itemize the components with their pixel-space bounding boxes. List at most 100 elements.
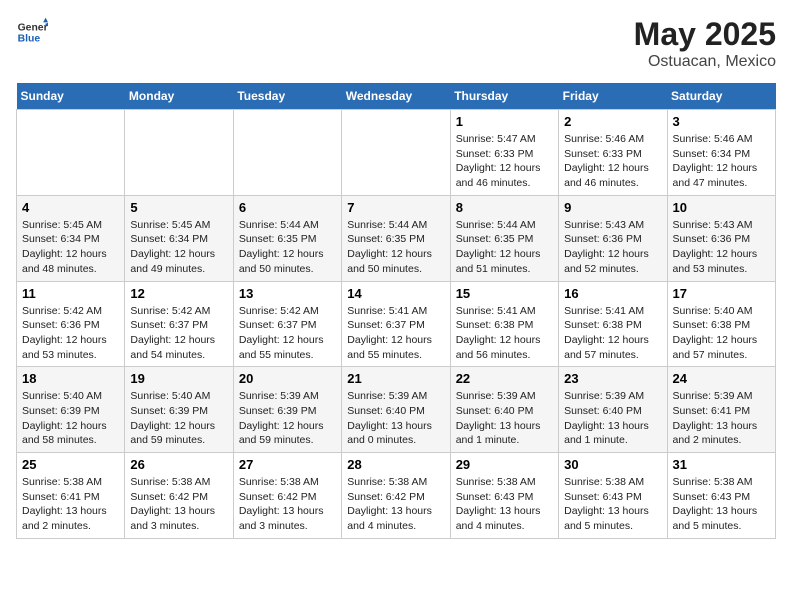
calendar-cell: 8Sunrise: 5:44 AM Sunset: 6:35 PM Daylig…: [450, 195, 558, 281]
calendar-cell: 5Sunrise: 5:45 AM Sunset: 6:34 PM Daylig…: [125, 195, 233, 281]
day-info: Sunrise: 5:41 AM Sunset: 6:37 PM Dayligh…: [347, 304, 444, 363]
calendar-cell: 7 Sunrise: 5:44 AM Sunset: 6:35 PM Daylig…: [342, 195, 450, 281]
day-info: Sunrise: 5:38 AM Sunset: 6:43 PM Dayligh…: [673, 475, 770, 534]
day-info: Sunrise: 5:41 AM Sunset: 6:38 PM Dayligh…: [564, 304, 661, 363]
calendar-cell: 16 Sunrise: 5:41 AM Sunset: 6:38 PM Dayli…: [559, 281, 667, 367]
day-info: Sunrise: 5:38 AM Sunset: 6:41 PM Dayligh…: [22, 475, 119, 534]
calendar-cell: 2Sunrise: 5:46 AM Sunset: 6:33 PM Daylig…: [559, 110, 667, 196]
day-info: Sunrise: 5:41 AM Sunset: 6:38 PM Dayligh…: [456, 304, 553, 363]
day-number: 18: [22, 371, 119, 386]
calendar-cell: 11 Sunrise: 5:42 AM Sunset: 6:36 PM Dayli…: [17, 281, 125, 367]
calendar-cell: 30Sunrise: 5:38 AM Sunset: 6:43 PM Dayli…: [559, 453, 667, 539]
day-number: 27: [239, 457, 336, 472]
day-number: 15: [456, 286, 553, 301]
logo: General Blue: [16, 16, 48, 48]
day-number: 4: [22, 200, 119, 215]
day-info: Sunrise: 5:39 AM Sunset: 6:40 PM Dayligh…: [347, 389, 444, 448]
day-number: 28: [347, 457, 444, 472]
day-info: Sunrise: 5:42 AM Sunset: 6:36 PM Dayligh…: [22, 304, 119, 363]
calendar-cell: 10Sunrise: 5:43 AM Sunset: 6:36 PM Dayli…: [667, 195, 775, 281]
day-number: 14: [347, 286, 444, 301]
header-wednesday: Wednesday: [342, 83, 450, 110]
day-number: 22: [456, 371, 553, 386]
day-info: Sunrise: 5:40 AM Sunset: 6:39 PM Dayligh…: [130, 389, 227, 448]
day-number: 8: [456, 200, 553, 215]
day-number: 25: [22, 457, 119, 472]
calendar-week-3: 11 Sunrise: 5:42 AM Sunset: 6:36 PM Dayli…: [17, 281, 776, 367]
calendar-week-1: 1 Sunrise: 5:47 AM Sunset: 6:33 PM Daylig…: [17, 110, 776, 196]
title-block: May 2025 Ostuacan, Mexico: [634, 16, 776, 71]
day-number: 13: [239, 286, 336, 301]
day-info: Sunrise: 5:44 AM Sunset: 6:35 PM Dayligh…: [239, 218, 336, 277]
day-number: 24: [673, 371, 770, 386]
calendar-cell: 4 Sunrise: 5:45 AM Sunset: 6:34 PM Daylig…: [17, 195, 125, 281]
header-thursday: Thursday: [450, 83, 558, 110]
calendar-week-5: 25 Sunrise: 5:38 AM Sunset: 6:41 PM Dayli…: [17, 453, 776, 539]
day-info: Sunrise: 5:46 AM Sunset: 6:34 PM Dayligh…: [673, 132, 770, 191]
header-friday: Friday: [559, 83, 667, 110]
calendar-cell: 22 Sunrise: 5:39 AM Sunset: 6:40 PM Dayli…: [450, 367, 558, 453]
calendar-cell: [17, 110, 125, 196]
day-number: 6: [239, 200, 336, 215]
calendar-cell: [233, 110, 341, 196]
calendar-cell: 12Sunrise: 5:42 AM Sunset: 6:37 PM Dayli…: [125, 281, 233, 367]
calendar-cell: 20 Sunrise: 5:39 AM Sunset: 6:39 PM Dayli…: [233, 367, 341, 453]
day-number: 7: [347, 200, 444, 215]
calendar-cell: [125, 110, 233, 196]
header-saturday: Saturday: [667, 83, 775, 110]
day-number: 3: [673, 114, 770, 129]
day-info: Sunrise: 5:39 AM Sunset: 6:41 PM Dayligh…: [673, 389, 770, 448]
calendar-table: SundayMondayTuesdayWednesdayThursdayFrid…: [16, 83, 776, 539]
day-info: Sunrise: 5:38 AM Sunset: 6:42 PM Dayligh…: [347, 475, 444, 534]
calendar-cell: 26Sunrise: 5:38 AM Sunset: 6:42 PM Dayli…: [125, 453, 233, 539]
calendar-cell: 24 Sunrise: 5:39 AM Sunset: 6:41 PM Dayli…: [667, 367, 775, 453]
header-sunday: Sunday: [17, 83, 125, 110]
day-info: Sunrise: 5:38 AM Sunset: 6:43 PM Dayligh…: [456, 475, 553, 534]
calendar-cell: 27 Sunrise: 5:38 AM Sunset: 6:42 PM Dayli…: [233, 453, 341, 539]
day-info: Sunrise: 5:39 AM Sunset: 6:40 PM Dayligh…: [456, 389, 553, 448]
svg-text:General: General: [18, 22, 48, 33]
day-number: 16: [564, 286, 661, 301]
calendar-cell: 23 Sunrise: 5:39 AM Sunset: 6:40 PM Dayli…: [559, 367, 667, 453]
day-number: 1: [456, 114, 553, 129]
header-monday: Monday: [125, 83, 233, 110]
calendar-cell: 6 Sunrise: 5:44 AM Sunset: 6:35 PM Daylig…: [233, 195, 341, 281]
calendar-week-4: 18 Sunrise: 5:40 AM Sunset: 6:39 PM Dayli…: [17, 367, 776, 453]
day-info: Sunrise: 5:38 AM Sunset: 6:43 PM Dayligh…: [564, 475, 661, 534]
day-info: Sunrise: 5:47 AM Sunset: 6:33 PM Dayligh…: [456, 132, 553, 191]
day-number: 11: [22, 286, 119, 301]
calendar-week-2: 4 Sunrise: 5:45 AM Sunset: 6:34 PM Daylig…: [17, 195, 776, 281]
calendar-cell: [342, 110, 450, 196]
calendar-cell: 14 Sunrise: 5:41 AM Sunset: 6:37 PM Dayli…: [342, 281, 450, 367]
svg-text:Blue: Blue: [18, 34, 41, 45]
calendar-title: May 2025: [634, 16, 776, 53]
day-info: Sunrise: 5:45 AM Sunset: 6:34 PM Dayligh…: [22, 218, 119, 277]
day-number: 23: [564, 371, 661, 386]
calendar-cell: 3 Sunrise: 5:46 AM Sunset: 6:34 PM Daylig…: [667, 110, 775, 196]
calendar-cell: 25 Sunrise: 5:38 AM Sunset: 6:41 PM Dayli…: [17, 453, 125, 539]
calendar-cell: 15 Sunrise: 5:41 AM Sunset: 6:38 PM Dayli…: [450, 281, 558, 367]
day-number: 10: [673, 200, 770, 215]
day-info: Sunrise: 5:40 AM Sunset: 6:39 PM Dayligh…: [22, 389, 119, 448]
day-info: Sunrise: 5:44 AM Sunset: 6:35 PM Dayligh…: [347, 218, 444, 277]
day-number: 20: [239, 371, 336, 386]
header-tuesday: Tuesday: [233, 83, 341, 110]
calendar-header-row: SundayMondayTuesdayWednesdayThursdayFrid…: [17, 83, 776, 110]
calendar-cell: 9Sunrise: 5:43 AM Sunset: 6:36 PM Daylig…: [559, 195, 667, 281]
day-number: 21: [347, 371, 444, 386]
day-number: 26: [130, 457, 227, 472]
day-info: Sunrise: 5:39 AM Sunset: 6:40 PM Dayligh…: [564, 389, 661, 448]
calendar-cell: 17Sunrise: 5:40 AM Sunset: 6:38 PM Dayli…: [667, 281, 775, 367]
day-info: Sunrise: 5:40 AM Sunset: 6:38 PM Dayligh…: [673, 304, 770, 363]
calendar-subtitle: Ostuacan, Mexico: [634, 53, 776, 71]
day-number: 29: [456, 457, 553, 472]
day-info: Sunrise: 5:38 AM Sunset: 6:42 PM Dayligh…: [239, 475, 336, 534]
calendar-cell: 13 Sunrise: 5:42 AM Sunset: 6:37 PM Dayli…: [233, 281, 341, 367]
day-number: 12: [130, 286, 227, 301]
day-number: 19: [130, 371, 227, 386]
day-number: 31: [673, 457, 770, 472]
day-info: Sunrise: 5:45 AM Sunset: 6:34 PM Dayligh…: [130, 218, 227, 277]
day-info: Sunrise: 5:39 AM Sunset: 6:39 PM Dayligh…: [239, 389, 336, 448]
calendar-cell: 31 Sunrise: 5:38 AM Sunset: 6:43 PM Dayli…: [667, 453, 775, 539]
day-info: Sunrise: 5:42 AM Sunset: 6:37 PM Dayligh…: [239, 304, 336, 363]
